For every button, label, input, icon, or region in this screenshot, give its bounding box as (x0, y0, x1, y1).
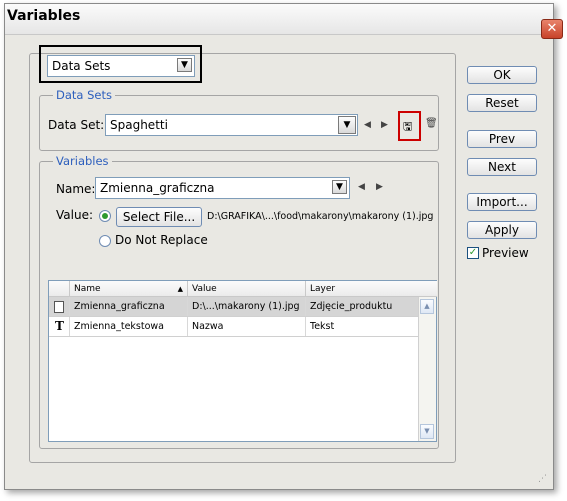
save-data-set-icon[interactable]: 🖫 (403, 118, 412, 137)
select-file-button[interactable]: Select File... (116, 207, 202, 227)
data-sets-legend: Data Sets (53, 88, 115, 102)
chevron-down-icon: ▼ (343, 120, 351, 130)
data-set-label: Data Set: (48, 118, 105, 132)
sort-ascending-icon: ▲ (177, 285, 183, 293)
column-header-name-label: Name (74, 284, 101, 294)
previous-variable-icon[interactable]: ◀ (358, 182, 365, 192)
column-header-value-label: Value (192, 284, 217, 294)
column-header-layer[interactable]: Layer (306, 281, 437, 297)
variables-legend: Variables (53, 154, 112, 168)
row-name: Zmienna_graficzna (70, 297, 188, 316)
next-data-set-icon[interactable]: ▶ (381, 120, 388, 130)
next-button[interactable]: Next (467, 158, 537, 176)
name-label: Name: (56, 182, 96, 196)
table-scrollbar[interactable]: ▲ ▼ (418, 297, 436, 441)
delete-data-set-icon[interactable]: 🗑 (425, 118, 438, 129)
text-variable-icon: T (49, 317, 70, 336)
do-not-replace-label[interactable]: Do Not Replace (115, 233, 208, 247)
close-button[interactable]: ✕ (541, 19, 563, 39)
scroll-up-icon[interactable]: ▲ (420, 299, 434, 314)
ok-button[interactable]: OK (467, 66, 537, 84)
import-button[interactable]: Import... (467, 193, 537, 211)
chevron-down-icon[interactable]: ▼ (177, 58, 192, 72)
previous-data-set-icon[interactable]: ◀ (364, 120, 371, 130)
reset-button[interactable]: Reset (467, 94, 537, 112)
mode-select[interactable]: Data Sets ▼ (47, 55, 195, 77)
table-row[interactable]: Zmienna_graficzna D:\...\makarony (1).jp… (49, 297, 419, 317)
preview-checkbox[interactable]: ✓ (467, 247, 479, 259)
column-header-name[interactable]: Name ▲ (70, 281, 188, 297)
resize-grip-icon[interactable]: ⋰ (538, 474, 547, 484)
do-not-replace-radio[interactable] (99, 235, 111, 247)
mode-select-value: Data Sets (52, 59, 111, 73)
scroll-down-icon[interactable]: ▼ (420, 424, 434, 439)
column-header-value[interactable]: Value (188, 281, 306, 297)
data-set-select[interactable]: Spaghetti (105, 114, 358, 136)
window-title: Variables (7, 8, 81, 24)
variable-name-value: Zmienna_graficzna (100, 181, 215, 195)
title-bar: Variables (5, 4, 553, 35)
image-variable-icon (49, 297, 70, 316)
row-value: D:\...\makarony (1).jpg (188, 297, 306, 316)
row-value: Nazwa (188, 317, 306, 336)
row-layer: Tekst (310, 321, 335, 332)
value-label: Value: (56, 208, 93, 222)
table-row[interactable]: T Zmienna_tekstowa Nazwa Tekst (49, 317, 419, 337)
column-header-icon (49, 281, 70, 297)
preview-label[interactable]: Preview (482, 246, 529, 260)
chevron-down-icon[interactable]: ▼ (332, 180, 347, 194)
file-radio[interactable] (99, 210, 111, 222)
variables-table: Name ▲ Value Layer Zmienna_graficzna D:\… (48, 280, 437, 442)
column-header-layer-label: Layer (310, 284, 336, 294)
variable-name-select[interactable]: Zmienna_graficzna ▼ (95, 177, 350, 199)
next-variable-icon[interactable]: ▶ (376, 182, 383, 192)
data-set-dropdown-button[interactable]: ▼ (338, 116, 356, 134)
row-name: Zmienna_tekstowa (70, 317, 188, 336)
apply-button[interactable]: Apply (467, 221, 537, 239)
prev-button[interactable]: Prev (467, 130, 537, 148)
data-set-value: Spaghetti (110, 118, 168, 132)
file-path: D:\GRAFIKA\...\food\makarony\makarony (1… (207, 211, 434, 222)
row-layer: Zdjęcie_produktu (310, 301, 393, 312)
